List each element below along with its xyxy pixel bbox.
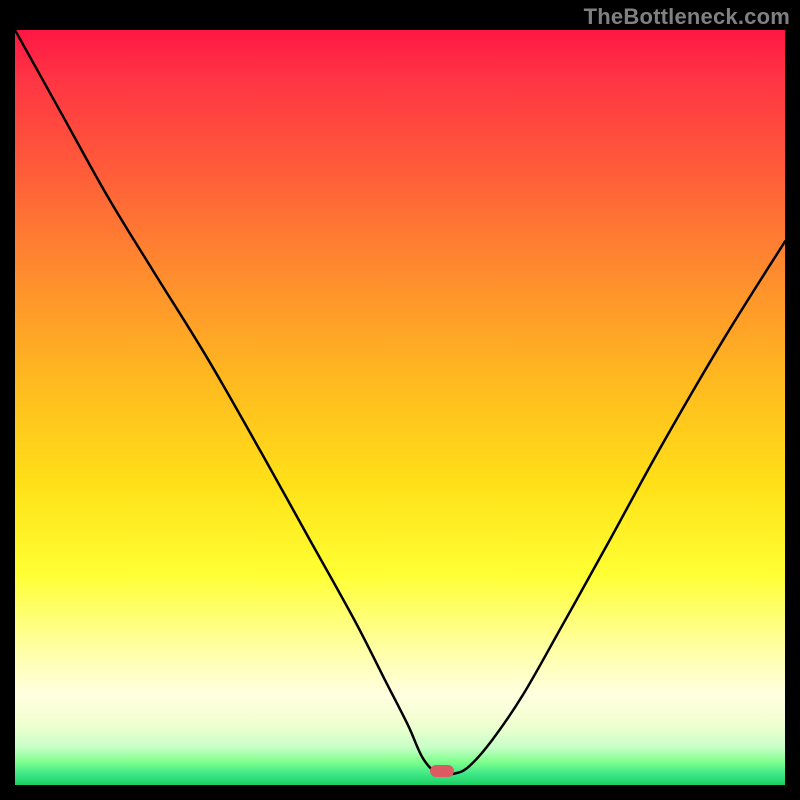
background-gradient — [15, 30, 785, 785]
chart-frame: TheBottleneck.com — [0, 0, 800, 800]
watermark-text: TheBottleneck.com — [584, 4, 790, 30]
optimal-marker-icon — [430, 765, 454, 777]
plot-area — [15, 30, 785, 785]
